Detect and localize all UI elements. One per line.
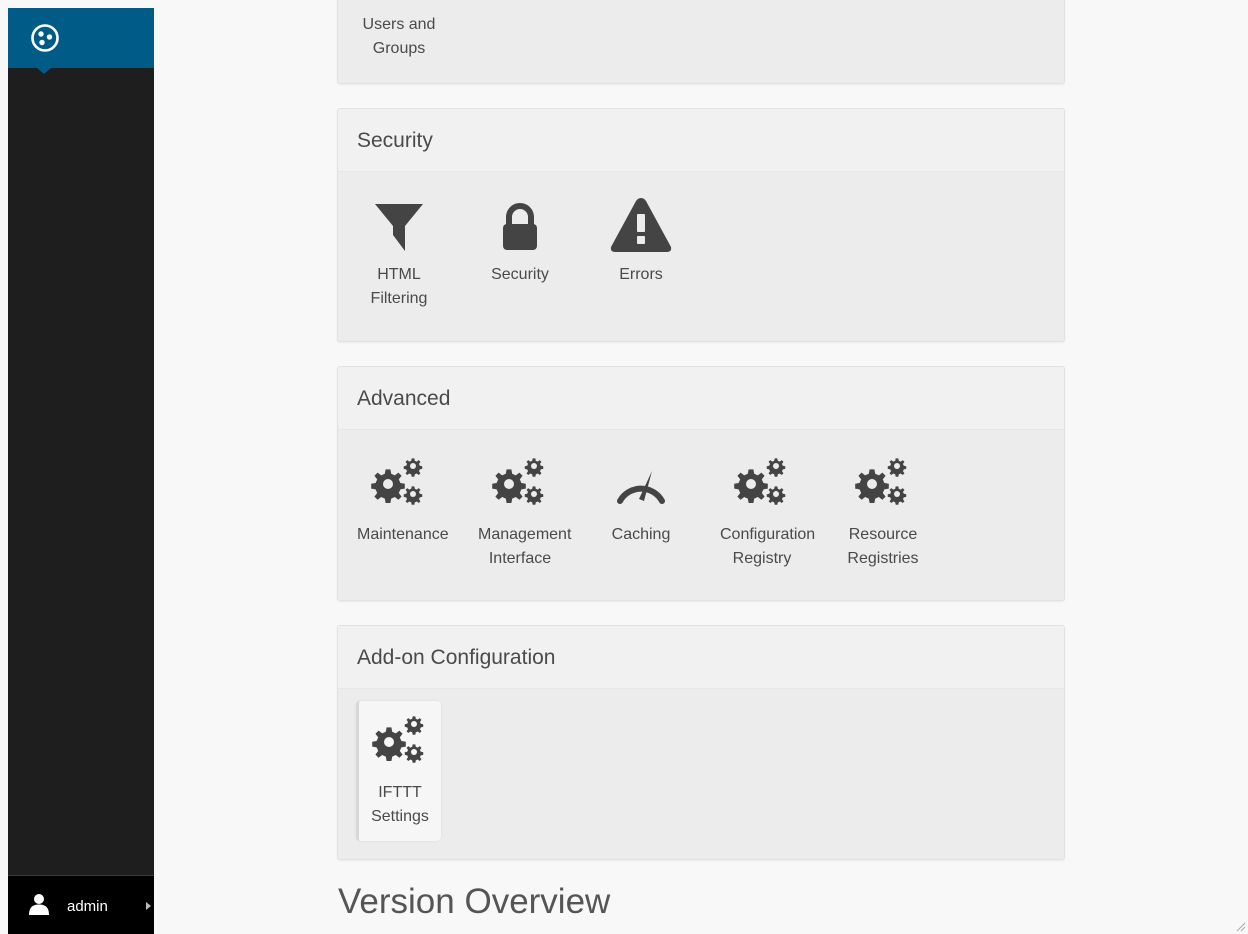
- filter-icon: [375, 204, 423, 251]
- control-panel-item-resource-registries[interactable]: Resource Registries: [841, 453, 925, 571]
- item-label: IFTTT Settings: [371, 784, 429, 825]
- user-name: admin: [67, 898, 108, 915]
- users-panel: Users and Groups: [337, 0, 1065, 84]
- user-icon: [29, 894, 49, 915]
- gears-icon: [372, 716, 424, 763]
- panel-title: Advanced: [338, 367, 1064, 430]
- panel-title: Add-on Configuration: [338, 626, 1064, 689]
- gears-icon: [855, 458, 907, 505]
- item-label: Resource Registries: [847, 526, 919, 567]
- section-heading-version-overview: Version Overview: [338, 882, 611, 921]
- control-panel-item-maintenance[interactable]: Maintenance: [357, 453, 449, 547]
- control-panel-item-ifttt-settings[interactable]: IFTTT Settings: [356, 701, 441, 841]
- panel-title: Security: [338, 109, 1064, 172]
- control-panel-item-html-filtering[interactable]: HTML Filtering: [357, 197, 441, 311]
- control-panel-item-caching[interactable]: Caching: [599, 453, 683, 547]
- item-label: Management Interface: [478, 526, 572, 567]
- chevron-right-icon: [146, 902, 151, 910]
- item-label: Security: [491, 266, 549, 283]
- logo-caret: [37, 68, 51, 74]
- sidebar: admin: [8, 8, 154, 934]
- dashboard-icon: [617, 471, 665, 504]
- item-label: Caching: [611, 526, 671, 543]
- gears-icon: [492, 458, 544, 505]
- control-panel-item-configuration-registry[interactable]: Configuration Registry: [720, 453, 815, 571]
- warning-icon: [610, 198, 672, 252]
- gears-icon: [734, 458, 786, 505]
- advanced-panel: Advanced Maintenance Management Interfac…: [337, 366, 1065, 601]
- addon-panel: Add-on Configuration IFTTT Settings: [337, 625, 1065, 860]
- security-panel: Security HTML Filtering Security Errors: [337, 108, 1065, 342]
- resize-grip-icon[interactable]: [1236, 922, 1246, 932]
- lock-icon: [503, 203, 537, 250]
- control-panel-item-errors[interactable]: Errors: [599, 197, 683, 287]
- plone-logo-icon: [31, 24, 59, 52]
- item-label: Maintenance: [357, 526, 449, 543]
- item-label: HTML Filtering: [370, 266, 428, 307]
- gears-icon: [371, 458, 423, 505]
- control-panel-item-users-and-groups[interactable]: Users and Groups: [357, 13, 441, 61]
- control-panel-item-security[interactable]: Security: [478, 197, 562, 287]
- item-label: Configuration Registry: [720, 526, 816, 567]
- toolbar-logo-button[interactable]: [8, 8, 154, 74]
- control-panel-item-management-interface[interactable]: Management Interface: [478, 453, 571, 571]
- user-menu[interactable]: admin: [8, 875, 154, 934]
- item-label: Errors: [619, 266, 663, 283]
- item-label: Users and Groups: [362, 16, 436, 57]
